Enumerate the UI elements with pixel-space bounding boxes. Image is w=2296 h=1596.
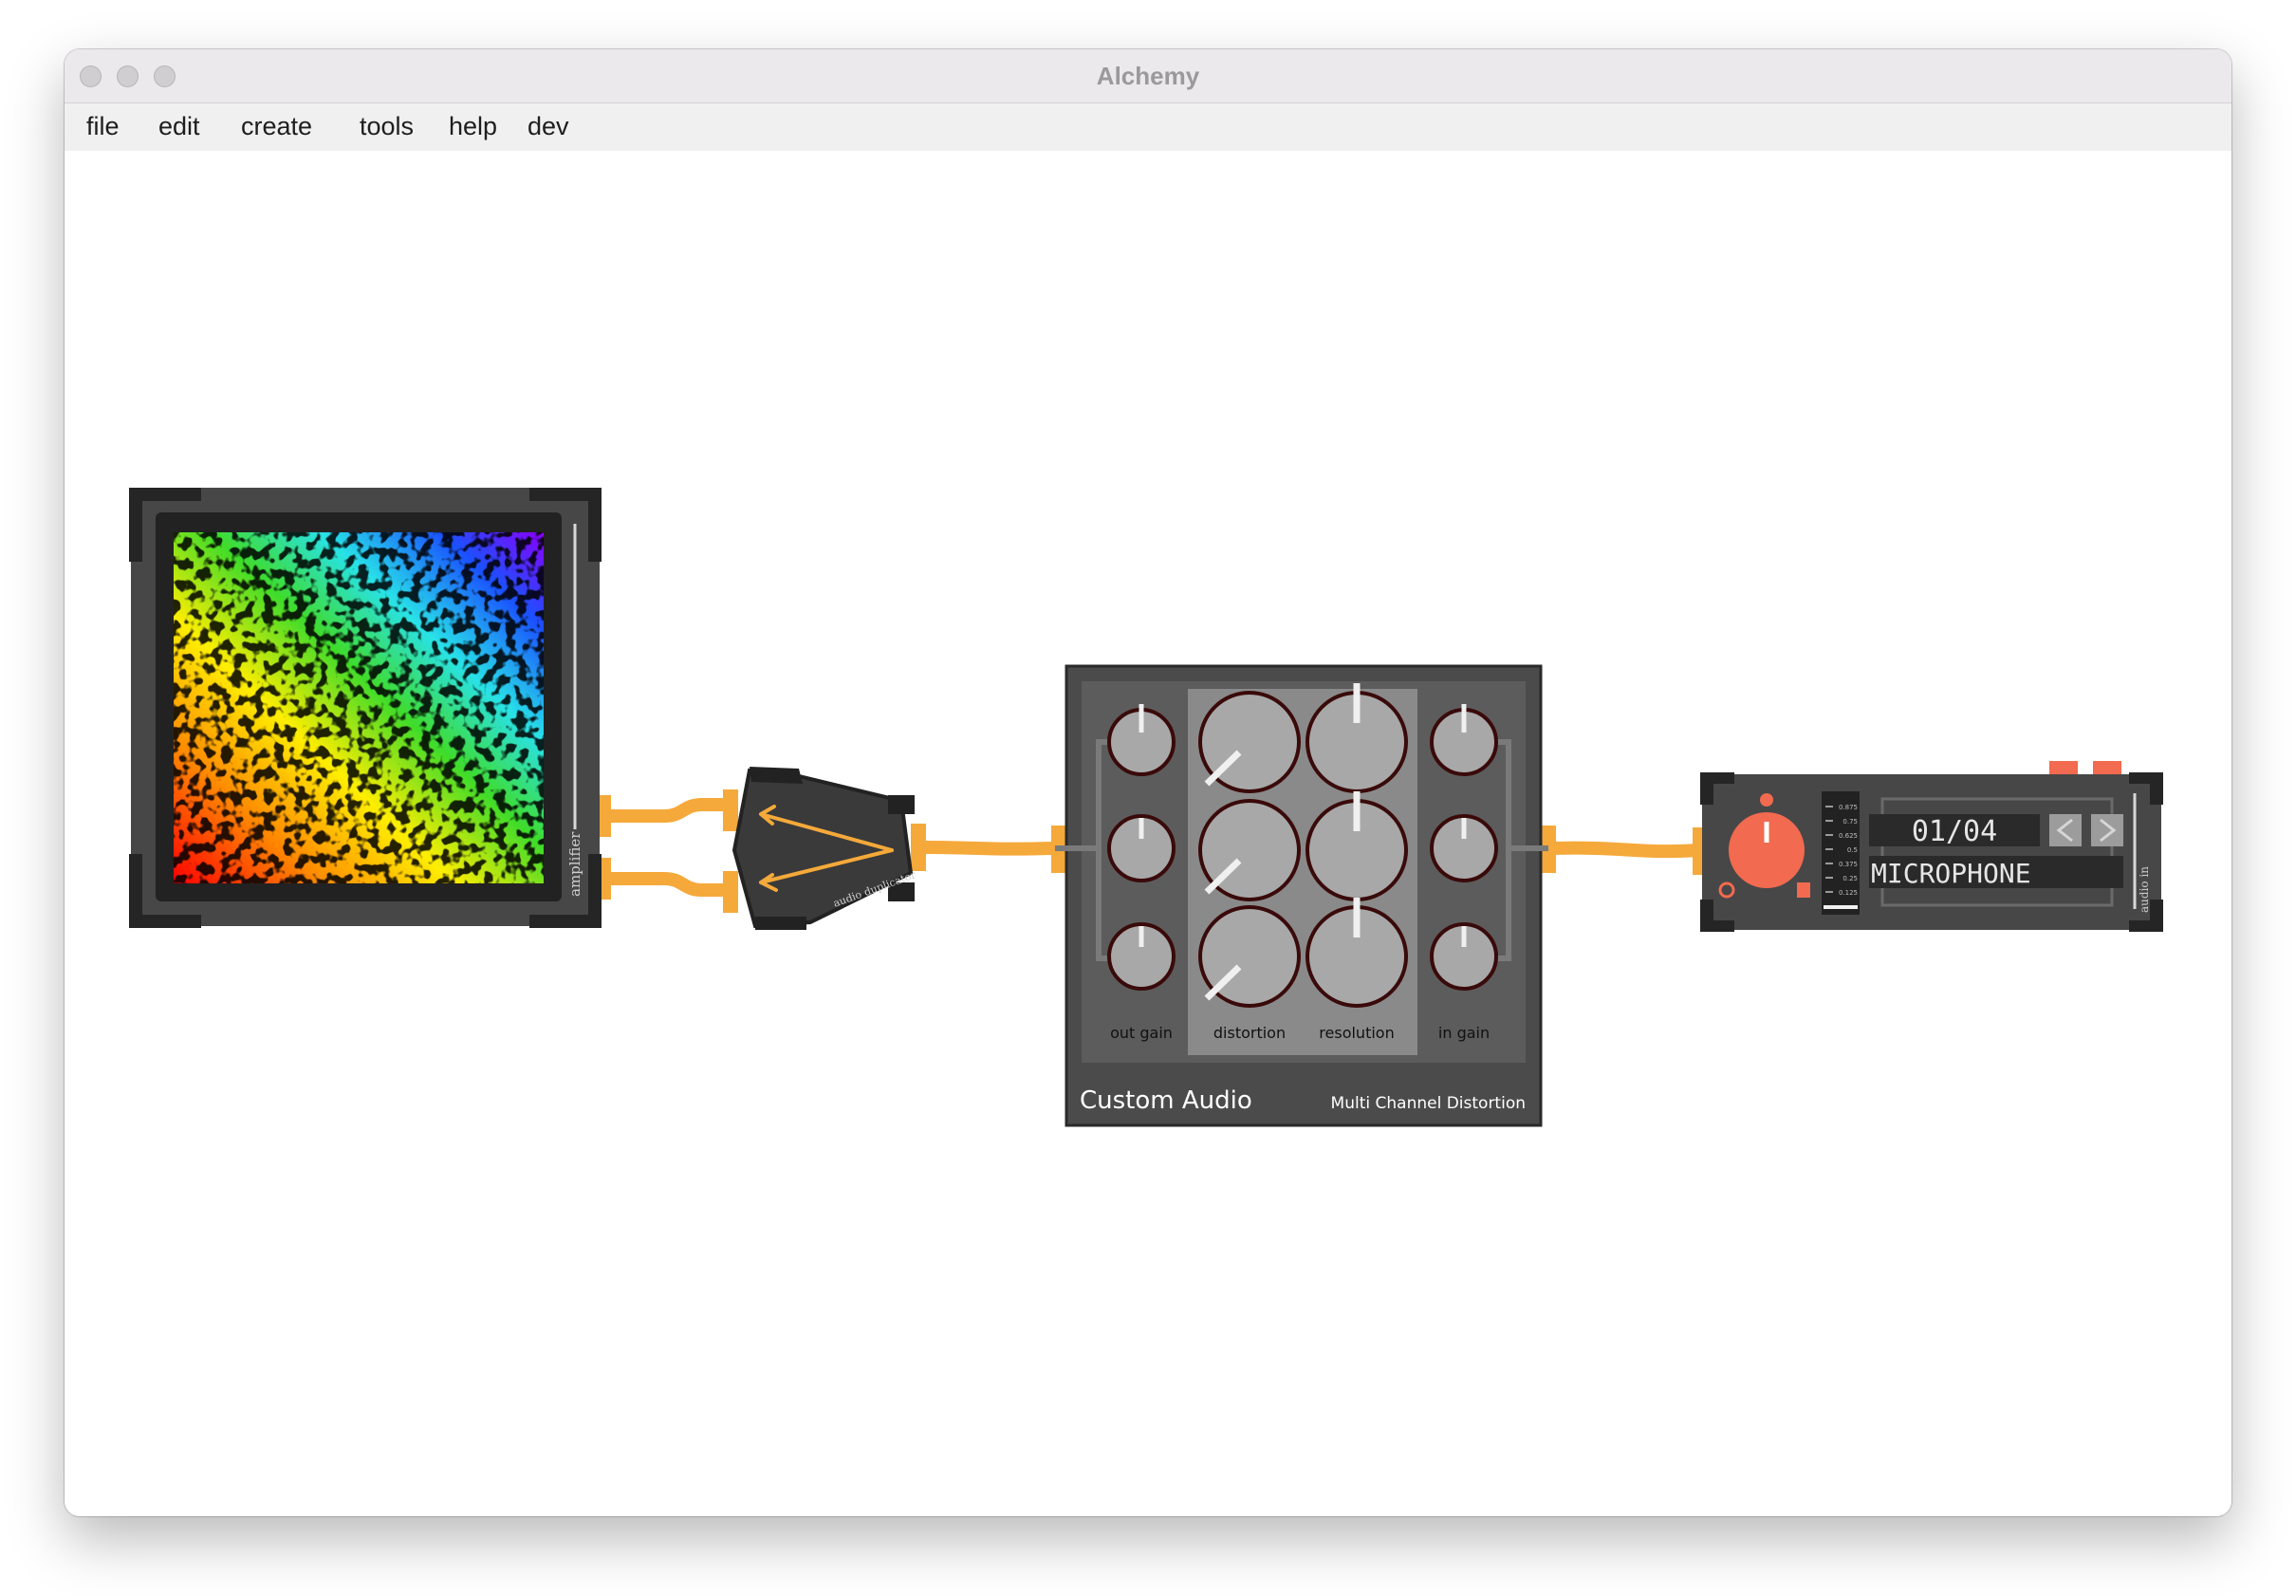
input-gain-knob[interactable] — [1729, 812, 1805, 888]
level-meter: 0.875 0.75 0.625 0.5 0.375 0.25 0.125 — [1822, 791, 1860, 915]
audio-duplicator-module[interactable]: audio duplicator — [731, 767, 918, 930]
menu-edit[interactable]: edit — [158, 112, 200, 141]
amplifier-label: amplifier — [566, 831, 583, 897]
meter-tick-0125: 0.125 — [1839, 889, 1858, 897]
distortion-label: distortion — [1213, 1024, 1286, 1042]
cable-dist-audioin — [1547, 841, 1701, 859]
cable-amp-bottom — [601, 872, 735, 897]
cable-amp-top — [601, 798, 735, 823]
out-gain-label: out gain — [1110, 1024, 1173, 1042]
menu-dev[interactable]: dev — [528, 112, 569, 141]
title-bar: Alchemy — [65, 49, 2231, 103]
meter-tick-0375: 0.375 — [1839, 861, 1858, 868]
distortion-knob-1[interactable] — [1198, 691, 1301, 793]
meter-tick-0625: 0.625 — [1839, 832, 1858, 840]
brand-label: Custom Audio — [1080, 1086, 1252, 1115]
in-gain-knob-2[interactable] — [1430, 814, 1498, 882]
patch-canvas[interactable]: amplifier audio duplicator out gain dist… — [65, 151, 2231, 1516]
meter-tick-025: 0.25 — [1842, 875, 1858, 882]
menu-file[interactable]: file — [86, 112, 120, 141]
amplifier-module[interactable]: amplifier — [129, 488, 602, 928]
menu-create[interactable]: create — [241, 112, 312, 141]
prev-device-button[interactable] — [2049, 814, 2082, 846]
app-window: Alchemy file edit create tools help dev — [65, 49, 2231, 1516]
audio-in-module[interactable]: 0.875 0.75 0.625 0.5 0.375 0.25 0.125 01… — [1700, 761, 2163, 932]
in-gain-label: in gain — [1438, 1024, 1490, 1042]
meter-tick-05: 0.5 — [1847, 846, 1858, 854]
device-counter: 01/04 — [1912, 815, 1997, 848]
in-gain-knob-3[interactable] — [1430, 922, 1498, 991]
audio-in-label: audio in — [2138, 866, 2151, 913]
meter-tick-0875: 0.875 — [1839, 804, 1858, 811]
meter-tick-075: 0.75 — [1842, 818, 1858, 826]
record-toggle-2[interactable] — [2093, 761, 2121, 774]
input-indicator-dot — [1760, 793, 1773, 807]
menu-help[interactable]: help — [449, 112, 497, 141]
model-label: Multi Channel Distortion — [1331, 1094, 1526, 1113]
menu-bar: file edit create tools help dev — [65, 103, 2231, 151]
window-title: Alchemy — [1096, 62, 1200, 90]
cable-dup-dist — [924, 841, 1054, 856]
distortion-module[interactable]: out gain distortion resolution in gain C… — [1055, 664, 1548, 1127]
menu-tools[interactable]: tools — [360, 112, 414, 141]
distortion-knob-2[interactable] — [1198, 799, 1301, 901]
monitor-square[interactable] — [1797, 882, 1810, 898]
record-toggle-1[interactable] — [2049, 761, 2078, 774]
resolution-label: resolution — [1319, 1024, 1394, 1042]
out-gain-knob-2[interactable] — [1107, 814, 1176, 882]
out-gain-knob-3[interactable] — [1107, 922, 1176, 991]
distortion-knob-3[interactable] — [1198, 905, 1301, 1008]
next-device-button[interactable] — [2091, 814, 2123, 846]
device-source-name: MICROPHONE — [1871, 858, 2031, 889]
